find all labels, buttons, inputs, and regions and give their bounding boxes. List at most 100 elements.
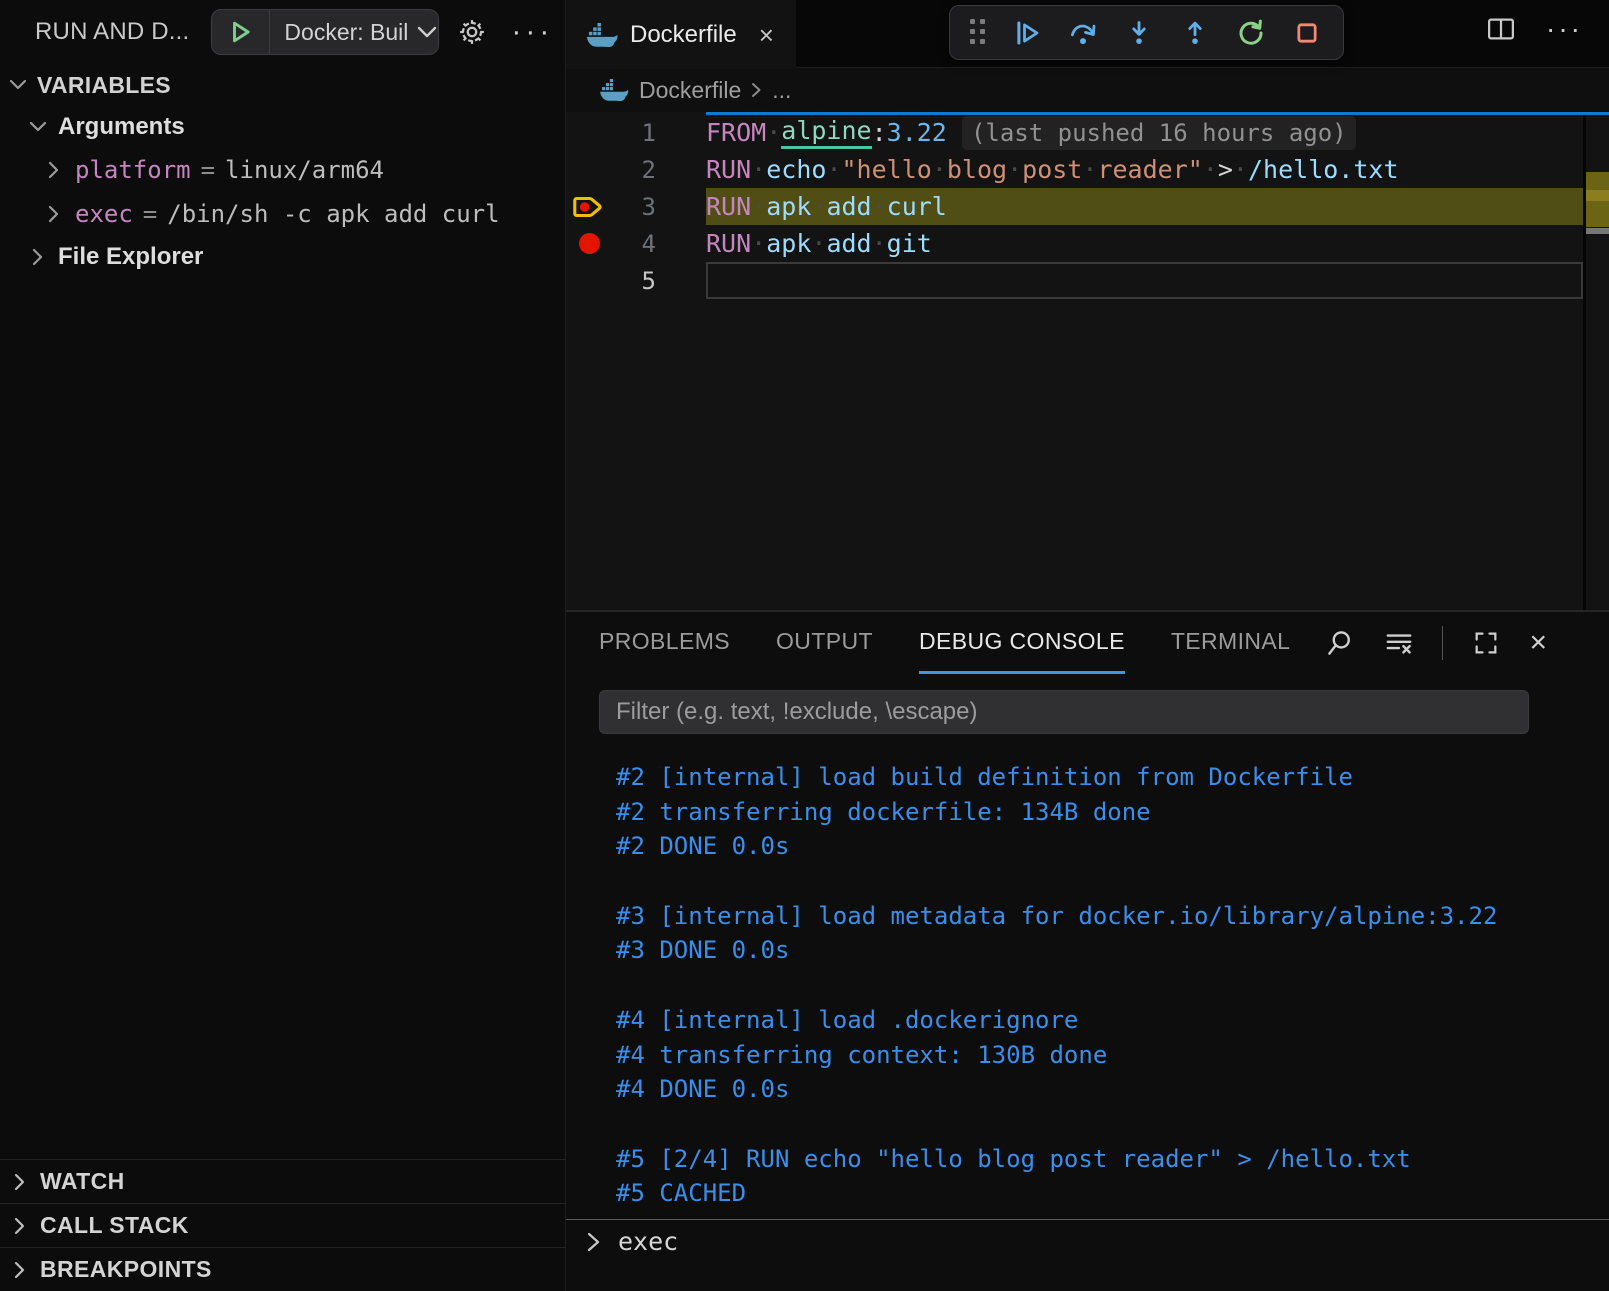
start-debugging-button[interactable]: Docker: Buil — [211, 9, 439, 55]
code-line-content[interactable]: RUN·apk·add·curl — [706, 188, 1583, 225]
console-line: #2 transferring dockerfile: 134B done — [616, 795, 1599, 830]
gear-icon[interactable] — [457, 17, 487, 47]
close-icon[interactable]: × — [759, 22, 774, 48]
chevron-right-icon[interactable] — [44, 204, 64, 224]
chevron-right-icon[interactable] — [10, 1216, 30, 1236]
step-out-icon[interactable] — [1179, 17, 1211, 49]
repl-value[interactable]: exec — [618, 1227, 678, 1256]
search-icon[interactable] — [1324, 627, 1356, 659]
sidebar-title: RUN AND D... — [35, 18, 189, 46]
overview-ruler[interactable] — [1583, 112, 1609, 610]
code-line-content[interactable]: RUN·echo·"hello·blog·post·reader"·>·/hel… — [706, 151, 1583, 188]
current-instruction-icon[interactable] — [572, 193, 606, 221]
console-line: #5 [2/4] RUN echo "hello blog post reade… — [616, 1142, 1599, 1177]
gutter-marker-slot[interactable] — [566, 193, 608, 221]
variable-row-exec[interactable]: exec = /bin/sh -c apk add curl — [0, 192, 565, 236]
drag-grip-icon[interactable] — [970, 19, 987, 46]
step-over-icon[interactable] — [1067, 17, 1099, 49]
debug-config-label[interactable]: Docker: Buil — [270, 19, 408, 46]
docker-whale-icon — [599, 79, 629, 101]
console-line — [616, 1107, 1599, 1142]
play-icon[interactable] — [212, 10, 270, 54]
docker-whale-icon — [586, 23, 618, 47]
code-line-content[interactable] — [706, 262, 1583, 299]
line-number: 3 — [608, 193, 656, 221]
tab-label[interactable]: Dockerfile — [630, 21, 737, 49]
ellipsis-icon[interactable]: ··· — [511, 22, 553, 42]
file-explorer-group-label: File Explorer — [58, 243, 203, 271]
tab-dockerfile[interactable]: Dockerfile × — [566, 0, 796, 69]
restart-icon[interactable] — [1235, 17, 1267, 49]
console-line: #3 [internal] load metadata for docker.i… — [616, 899, 1599, 934]
continue-icon[interactable] — [1011, 17, 1043, 49]
maximize-panel-icon[interactable] — [1470, 627, 1502, 659]
watch-label: WATCH — [40, 1168, 125, 1195]
console-line: #4 transferring context: 130B done — [616, 1038, 1599, 1073]
editor-top-accent-line — [706, 112, 1609, 115]
editor-gutter[interactable]: 3 — [566, 188, 706, 225]
variables-section-header[interactable]: VARIABLES — [0, 64, 565, 106]
chevron-down-icon[interactable] — [8, 75, 28, 95]
code-line[interactable]: 1 FROM·alpine:3.22 (last pushed 16 hours… — [566, 114, 1583, 151]
run-and-debug-sidebar: RUN AND D... Docker: Buil ··· — [0, 0, 566, 1291]
breakpoint-icon[interactable] — [579, 233, 600, 254]
code-line-content[interactable]: RUN·apk·add·git — [706, 225, 1583, 262]
debug-toolbar — [949, 5, 1344, 60]
code-line[interactable]: 5 — [566, 262, 1583, 299]
breadcrumb: Dockerfile ... — [566, 68, 1609, 112]
file-explorer-group-row[interactable]: File Explorer — [0, 236, 565, 278]
close-panel-icon[interactable]: × — [1529, 628, 1547, 658]
debug-repl-input[interactable]: exec — [566, 1219, 1609, 1263]
chevron-right-icon[interactable] — [44, 160, 64, 180]
bottom-panel: PROBLEMS OUTPUT DEBUG CONSOLE TERMINAL × — [566, 610, 1609, 1291]
code-editor[interactable]: 1 FROM·alpine:3.22 (last pushed 16 hours… — [566, 112, 1609, 610]
chevron-down-icon[interactable] — [28, 117, 48, 137]
tab-output[interactable]: OUTPUT — [776, 612, 873, 674]
vscode-window: RUN AND D... Docker: Buil ··· — [0, 0, 1609, 1291]
editor-gutter[interactable]: 4 — [566, 225, 706, 262]
variable-name: platform — [75, 156, 191, 184]
chevron-right-icon[interactable] — [10, 1172, 30, 1192]
code-line[interactable]: 4 RUN·apk·add·git — [566, 225, 1583, 262]
code-line[interactable]: 2 RUN·echo·"hello·blog·post·reader"·>·/h… — [566, 151, 1583, 188]
line-number: 4 — [608, 230, 656, 258]
editor-gutter[interactable]: 2 — [566, 151, 706, 188]
breakpoints-section-header[interactable]: BREAKPOINTS — [0, 1247, 565, 1291]
chevron-right-icon[interactable] — [28, 247, 48, 267]
chevron-down-icon[interactable] — [416, 25, 438, 39]
chevron-right-icon[interactable] — [10, 1260, 30, 1280]
breadcrumb-more[interactable]: ... — [772, 77, 791, 104]
console-filter-input[interactable] — [599, 690, 1529, 734]
ellipsis-icon[interactable]: ··· — [1546, 22, 1583, 36]
gutter-marker-slot[interactable] — [566, 233, 608, 254]
console-line — [616, 968, 1599, 1003]
variable-value: /bin/sh -c apk add curl — [167, 200, 499, 228]
code-lines: 1 FROM·alpine:3.22 (last pushed 16 hours… — [566, 114, 1583, 299]
split-editor-icon[interactable] — [1486, 16, 1516, 42]
stop-icon[interactable] — [1291, 17, 1323, 49]
tab-problems[interactable]: PROBLEMS — [599, 612, 730, 674]
tab-debug-console[interactable]: DEBUG CONSOLE — [919, 612, 1125, 674]
variable-value: linux/arm64 — [225, 156, 384, 184]
tab-terminal[interactable]: TERMINAL — [1171, 612, 1291, 674]
sidebar-empty-space — [0, 278, 565, 1159]
ruler-mark-cursor — [1586, 228, 1609, 234]
step-into-icon[interactable] — [1123, 17, 1155, 49]
console-line: #5 CACHED — [616, 1176, 1599, 1211]
arguments-group-label: Arguments — [58, 113, 185, 141]
filter-row — [566, 674, 1609, 734]
console-line — [616, 864, 1599, 899]
debug-console-output[interactable]: #2 [internal] load build definition from… — [566, 734, 1609, 1219]
variable-row-platform[interactable]: platform = linux/arm64 — [0, 148, 565, 192]
call-stack-label: CALL STACK — [40, 1212, 189, 1239]
editor-gutter[interactable]: 5 — [566, 262, 706, 299]
call-stack-section-header[interactable]: CALL STACK — [0, 1203, 565, 1247]
code-line-content[interactable]: FROM·alpine:3.22 (last pushed 16 hours a… — [706, 114, 1583, 151]
panel-actions: × — [1324, 612, 1547, 674]
watch-section-header[interactable]: WATCH — [0, 1159, 565, 1203]
clear-console-icon[interactable] — [1383, 627, 1415, 659]
arguments-group-row[interactable]: Arguments — [0, 106, 565, 148]
breadcrumb-file[interactable]: Dockerfile — [639, 77, 741, 104]
code-line[interactable]: 3 RUN·apk·add·curl — [566, 188, 1583, 225]
editor-gutter[interactable]: 1 — [566, 114, 706, 151]
